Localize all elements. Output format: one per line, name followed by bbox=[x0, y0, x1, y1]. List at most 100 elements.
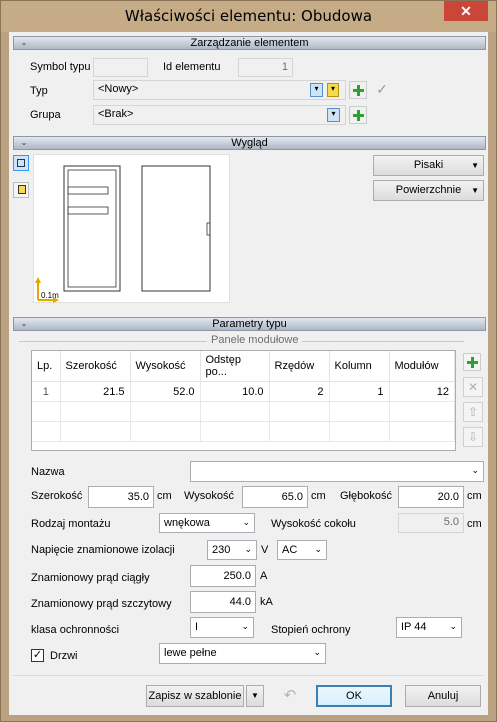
typ-label: Typ bbox=[30, 85, 48, 97]
delete-row-icon[interactable]: ✕ bbox=[463, 377, 483, 397]
drzwi-label: Drzwi bbox=[50, 650, 78, 662]
column-header[interactable]: Rzędów bbox=[269, 351, 330, 382]
dropdown-arrow-icon: ▼ bbox=[471, 186, 479, 195]
section-header-params[interactable]: ⌄ Parametry typu bbox=[13, 317, 486, 331]
table-cell[interactable]: 1 bbox=[32, 381, 61, 402]
prad-szczyt-unit: kA bbox=[260, 596, 273, 608]
drzwi-checkbox[interactable]: ✓ bbox=[31, 649, 44, 662]
window-title: Właściwości elementu: Obudowa bbox=[124, 7, 373, 25]
grupa-field[interactable]: <Brak> bbox=[93, 105, 346, 125]
chevron-down-icon: ⌄ bbox=[449, 621, 457, 631]
title-bar: Właściwości elementu: Obudowa ✕ bbox=[1, 1, 496, 32]
save-template-dropdown-icon[interactable]: ▼ bbox=[246, 685, 264, 707]
section-title-params: Parametry typu bbox=[212, 318, 287, 330]
column-header[interactable]: Wysokość bbox=[130, 351, 201, 382]
gleb-unit: cm bbox=[467, 490, 482, 502]
footer-divider bbox=[13, 675, 484, 676]
column-header[interactable]: Kolumn bbox=[329, 351, 390, 382]
napiecie-select[interactable]: 230 ⌄ bbox=[207, 540, 257, 560]
symbol-field bbox=[93, 58, 148, 77]
chevron-down-icon: ⌄ bbox=[471, 465, 479, 475]
table-cell[interactable]: 1 bbox=[329, 381, 390, 402]
move-down-icon[interactable]: ⇩ bbox=[463, 427, 483, 447]
pisaki-button[interactable]: Pisaki ▼ bbox=[373, 155, 484, 176]
section-header-view[interactable]: ⌄ Wygląd bbox=[13, 136, 486, 150]
chevron-down-icon: ⌄ bbox=[241, 621, 249, 631]
klasa-select[interactable]: I ⌄ bbox=[190, 617, 254, 638]
prad-ciagly-unit: A bbox=[260, 570, 268, 582]
prad-szczyt-input[interactable]: 44.0 bbox=[190, 591, 256, 613]
column-header[interactable]: Szerokość bbox=[60, 351, 131, 382]
wys-input[interactable]: 65.0 bbox=[242, 486, 308, 508]
panels-table[interactable]: Lp. Szerokość Wysokość Odstęp po... Rzęd… bbox=[31, 350, 456, 451]
undo-icon[interactable]: ↶ bbox=[279, 687, 301, 705]
close-button[interactable]: ✕ bbox=[444, 1, 488, 21]
section-title-manage: Zarządzanie elementem bbox=[190, 37, 309, 49]
browse-library-icon[interactable]: ▾ bbox=[310, 83, 323, 97]
table-cell[interactable]: 52.0 bbox=[130, 381, 201, 402]
montaz-select[interactable]: wnękowa ⌄ bbox=[159, 513, 255, 533]
table-row[interactable]: 1 21.5 52.0 10.0 2 1 12 bbox=[32, 381, 455, 402]
add-group-icon[interactable] bbox=[349, 106, 367, 124]
table-cell[interactable]: 2 bbox=[269, 381, 330, 402]
view-3d-icon[interactable] bbox=[13, 182, 29, 198]
montaz-value: wnękowa bbox=[164, 517, 210, 529]
preview-canvas: 0.1m bbox=[33, 154, 230, 303]
prad-ciagly-label: Znamionowy prąd ciągły bbox=[31, 572, 150, 584]
save-template-button[interactable]: Zapisz w szablonie bbox=[146, 685, 244, 707]
table-header-row: Lp. Szerokość Wysokość Odstęp po... Rzęd… bbox=[32, 351, 455, 382]
table-cell[interactable]: 12 bbox=[389, 381, 455, 402]
ok-button[interactable]: OK bbox=[316, 685, 392, 707]
pisaki-label: Pisaki bbox=[413, 159, 444, 171]
napiecie-unit: V bbox=[261, 544, 269, 556]
napiecie-type-select[interactable]: AC ⌄ bbox=[277, 540, 327, 560]
id-label: Id elementu bbox=[163, 61, 221, 73]
szer-unit: cm bbox=[157, 490, 172, 502]
stopien-select[interactable]: IP 44 ⌄ bbox=[396, 617, 462, 638]
chevron-down-icon: ⌄ bbox=[314, 544, 322, 554]
cancel-button[interactable]: Anuluj bbox=[405, 685, 481, 707]
section-header-manage[interactable]: ⌄ Zarządzanie elementem bbox=[13, 36, 486, 50]
szer-input[interactable]: 35.0 bbox=[88, 486, 154, 508]
napiecie-type-value: AC bbox=[282, 544, 298, 556]
column-header[interactable]: Lp. bbox=[32, 351, 61, 382]
wys-label: Wysokość bbox=[184, 490, 235, 502]
collapse-chevron-icon[interactable]: ⌄ bbox=[17, 319, 31, 329]
collapse-chevron-icon[interactable]: ⌄ bbox=[17, 138, 31, 148]
table-cell[interactable]: 10.0 bbox=[200, 381, 270, 402]
nazwa-combo[interactable]: ⌄ bbox=[190, 461, 484, 482]
scale-label: 0.1m bbox=[41, 291, 59, 300]
dialog-client: ⌄ Zarządzanie elementem Symbol typu Id e… bbox=[9, 32, 488, 715]
klasa-value: I bbox=[195, 621, 199, 633]
check-icon[interactable]: ✓ bbox=[373, 81, 391, 99]
wys-unit: cm bbox=[311, 490, 326, 502]
powierzchnie-button[interactable]: Powierzchnie ▼ bbox=[373, 180, 484, 201]
move-up-icon[interactable]: ⇧ bbox=[463, 402, 483, 422]
add-type-icon[interactable] bbox=[349, 81, 367, 99]
typ-field[interactable]: <Nowy> bbox=[93, 80, 346, 100]
library-folder-icon[interactable]: ▾ bbox=[327, 83, 339, 97]
column-header[interactable]: Odstęp po... bbox=[200, 351, 270, 382]
powierzchnie-label: Powierzchnie bbox=[395, 184, 462, 196]
chevron-down-icon: ⌄ bbox=[313, 647, 321, 657]
view-2d-icon[interactable] bbox=[13, 155, 29, 171]
gleb-label: Głębokość bbox=[340, 490, 392, 502]
section-title-view: Wygląd bbox=[231, 137, 268, 149]
cokol-input: 5.0 bbox=[398, 513, 464, 533]
table-cell[interactable]: 21.5 bbox=[60, 381, 131, 402]
nazwa-label: Nazwa bbox=[31, 466, 65, 478]
browse-group-icon[interactable]: ▾ bbox=[327, 108, 340, 122]
drzwi-value: lewe pełne bbox=[164, 647, 217, 659]
table-row bbox=[32, 401, 455, 422]
collapse-chevron-icon[interactable]: ⌄ bbox=[17, 38, 31, 48]
napiecie-label: Napięcie znamionowe izolacji bbox=[31, 544, 175, 556]
cabinet-preview-drawing: 0.1m bbox=[35, 165, 211, 303]
symbol-label: Symbol typu bbox=[30, 61, 91, 73]
add-row-icon[interactable] bbox=[463, 353, 481, 371]
grupa-label: Grupa bbox=[30, 109, 61, 121]
column-header[interactable]: Modułów bbox=[389, 351, 455, 382]
gleb-input[interactable]: 20.0 bbox=[398, 486, 464, 508]
prad-ciagly-input[interactable]: 250.0 bbox=[190, 565, 256, 587]
klasa-label: klasa ochronności bbox=[31, 624, 120, 636]
drzwi-select[interactable]: lewe pełne ⌄ bbox=[159, 643, 326, 664]
